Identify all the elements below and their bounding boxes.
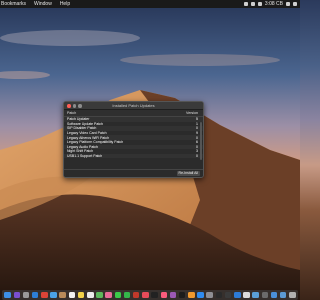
status-area: 3:08 CB [243,0,300,8]
search-icon[interactable] [286,2,290,6]
documents-icon[interactable] [279,291,287,299]
patch-updates-window: Installed Patch Updates Patch Version Pa… [63,101,204,178]
patch-name: Legacy Atheros WiFi Patch [67,135,110,140]
window-footer: Re-Install All [64,169,203,177]
patch-version: 5 [196,117,198,122]
patch-updater-icon[interactable] [261,291,269,299]
terminal-icon[interactable] [215,291,223,299]
reminders-icon[interactable] [87,291,94,299]
menu-help[interactable]: Help [56,0,74,8]
list-scrollbar[interactable] [200,122,202,160]
textedit-icon[interactable] [243,291,250,299]
volume-icon[interactable] [250,2,255,6]
app-store-icon[interactable] [197,291,204,299]
xcode-icon[interactable] [234,291,241,299]
chrome-icon[interactable] [41,291,48,299]
messages-icon[interactable] [114,291,122,299]
notification-center-icon[interactable] [293,2,297,6]
patch-version: 9 [196,131,198,136]
table-row[interactable]: Legacy Video Card Patch 9 [64,130,203,136]
table-row[interactable]: Legacy Platform Compatibility Patch 6 [64,139,203,145]
reinstall-all-button[interactable]: Re-Install All [176,170,200,176]
patch-name: Night Shift Patch [67,149,94,154]
column-header-patch[interactable]: Patch [67,111,186,115]
table-row[interactable]: Legacy Audio Patch 0 [64,144,203,150]
menu-clock[interactable]: 3:08 CB [265,0,283,8]
tv-icon[interactable] [178,291,186,299]
calendar-icon[interactable] [68,291,76,299]
launchpad-icon[interactable] [22,291,30,299]
column-header-version[interactable]: Version [186,111,200,115]
patch-version: 0 [196,144,198,149]
patch-name: Legacy Video Card Patch [67,131,107,136]
siri-icon[interactable] [13,291,21,299]
patch-version: 1 [196,121,198,126]
patch-name: Software Update Patch [67,121,103,126]
preview-icon[interactable] [252,291,259,299]
menu-bookmarks[interactable]: Bookmarks [0,0,30,8]
table-row[interactable]: SIP Disabler Patch 0 [64,126,203,131]
table-header: Patch Version [64,110,203,117]
menu-window[interactable]: Window [30,0,56,8]
patch-version: 3 [196,149,198,154]
music-icon[interactable] [160,291,168,299]
battery-icon[interactable] [257,2,262,6]
trash-icon[interactable] [289,291,296,299]
photo-booth-icon[interactable] [132,291,140,299]
window-titlebar[interactable]: Installed Patch Updates [64,102,203,110]
stocks-icon[interactable] [151,291,158,299]
podcasts-icon[interactable] [169,291,177,299]
patch-version: 0 [196,154,198,159]
patch-name: SIP Disabler Patch [67,126,97,131]
patch-name: Legacy Audio Patch [67,144,98,149]
menu-bar: Bookmarks Window Help 3:08 CB [0,0,300,8]
finder-icon[interactable] [4,291,11,299]
table-row[interactable]: USB1.1 Support Patch 0 [64,153,203,159]
patch-name: Legacy Platform Compatibility Patch [67,140,124,145]
maps-icon[interactable] [96,291,103,299]
patch-list: Patch Updater 5 Software Update Patch 1 SI… [64,117,203,159]
table-row[interactable]: Night Shift Patch 3 [64,149,203,154]
facetime-icon[interactable] [123,291,131,299]
contacts-icon[interactable] [59,291,66,299]
patch-name: USB1.1 Support Patch [67,154,103,159]
safari-icon[interactable] [31,291,39,299]
patch-version: 6 [196,140,198,145]
system-preferences-icon[interactable] [206,291,213,299]
patch-version: 0 [196,135,198,140]
photos-icon[interactable] [105,291,112,299]
table-row[interactable]: Software Update Patch 1 [64,121,203,127]
wifi-icon[interactable] [243,2,248,6]
patch-name: Patch Updater [67,117,90,122]
books-icon[interactable] [188,291,195,299]
notes-icon[interactable] [77,291,85,299]
dock [2,290,298,300]
downloads-icon[interactable] [270,291,278,299]
table-row[interactable]: Legacy Atheros WiFi Patch 0 [64,135,203,140]
window-title: Installed Patch Updates [112,103,155,108]
mail-icon[interactable] [50,291,57,299]
activity-monitor-icon[interactable] [224,291,232,299]
table-row[interactable]: Patch Updater 5 [64,117,203,122]
news-icon[interactable] [142,291,149,299]
patch-version: 0 [196,126,198,131]
